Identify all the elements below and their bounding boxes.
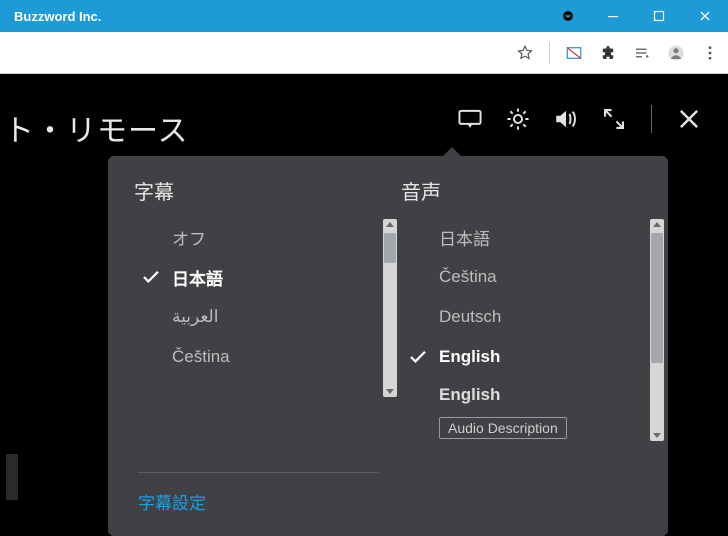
subtitle-option-czech[interactable]: Čeština	[134, 337, 381, 377]
audio-column: 音声 日本語 Čeština Deutsch	[401, 176, 668, 520]
subtitles-column: 字幕 オフ 日本語 العربية	[134, 176, 401, 520]
subtitles-list: オフ 日本語 العربية Čeština	[134, 217, 401, 377]
progress-indicator	[6, 454, 18, 500]
toolbar-separator	[549, 42, 550, 64]
audio-option-label: Čeština	[439, 267, 648, 287]
audio-option-german[interactable]: Deutsch	[401, 297, 648, 337]
check-icon	[407, 350, 429, 364]
audio-heading: 音声	[401, 176, 668, 205]
minimize-button[interactable]	[590, 0, 636, 32]
titlebar-dropdown-icon[interactable]	[554, 9, 582, 23]
profile-icon[interactable]	[664, 41, 688, 65]
close-player-icon[interactable]	[674, 104, 704, 134]
subtitles-audio-panel: 字幕 オフ 日本語 العربية	[108, 156, 668, 536]
audio-option-label: English	[439, 347, 648, 367]
subtitle-option-label: العربية	[172, 307, 381, 327]
audio-option-czech[interactable]: Čeština	[401, 257, 648, 297]
star-icon[interactable]	[513, 41, 537, 65]
subtitles-divider	[138, 472, 379, 473]
subtitle-option-label: 日本語	[172, 265, 381, 290]
audio-description-badge: Audio Description	[439, 417, 567, 439]
subtitle-option-label: オフ	[172, 225, 381, 250]
audio-scrollbar[interactable]	[650, 219, 664, 441]
kebab-menu-icon[interactable]	[698, 41, 722, 65]
settings-icon[interactable]	[503, 104, 533, 134]
browser-toolbar	[0, 32, 728, 74]
window-controls	[590, 0, 728, 32]
subtitle-option-arabic[interactable]: العربية	[134, 297, 381, 337]
extensions-icon[interactable]	[596, 41, 620, 65]
subtitle-option-label: Čeština	[172, 347, 381, 367]
video-title: ト・リモース	[4, 106, 189, 150]
audio-option-english[interactable]: English	[401, 337, 648, 377]
subtitles-icon[interactable]	[455, 104, 485, 134]
audio-option-label: 日本語	[439, 225, 648, 250]
audio-option-english-ad[interactable]: English Audio Description	[401, 377, 648, 447]
audio-option-label: English	[439, 385, 500, 405]
maximize-button[interactable]	[636, 0, 682, 32]
screenshot-ext-icon[interactable]	[562, 41, 586, 65]
close-button[interactable]	[682, 0, 728, 32]
audio-option-japanese[interactable]: 日本語	[401, 217, 648, 257]
music-ext-icon[interactable]	[630, 41, 654, 65]
window-title: Buzzword Inc.	[0, 9, 554, 24]
subtitle-settings-link[interactable]: 字幕設定	[134, 483, 401, 520]
video-top-controls	[455, 104, 704, 134]
video-player: ト・リモース 10 字幕 オフ 日本語	[0, 74, 728, 520]
subtitle-option-off[interactable]: オフ	[134, 217, 381, 257]
volume-icon[interactable]	[551, 104, 581, 134]
fullscreen-icon[interactable]	[599, 104, 629, 134]
subtitles-heading: 字幕	[134, 176, 401, 205]
controls-separator	[651, 105, 652, 133]
titlebar: Buzzword Inc.	[0, 0, 728, 32]
check-icon	[140, 270, 162, 284]
audio-list: 日本語 Čeština Deutsch English	[401, 217, 668, 447]
subtitles-scrollbar[interactable]	[383, 219, 397, 397]
audio-option-label: Deutsch	[439, 307, 648, 327]
subtitle-option-japanese[interactable]: 日本語	[134, 257, 381, 297]
